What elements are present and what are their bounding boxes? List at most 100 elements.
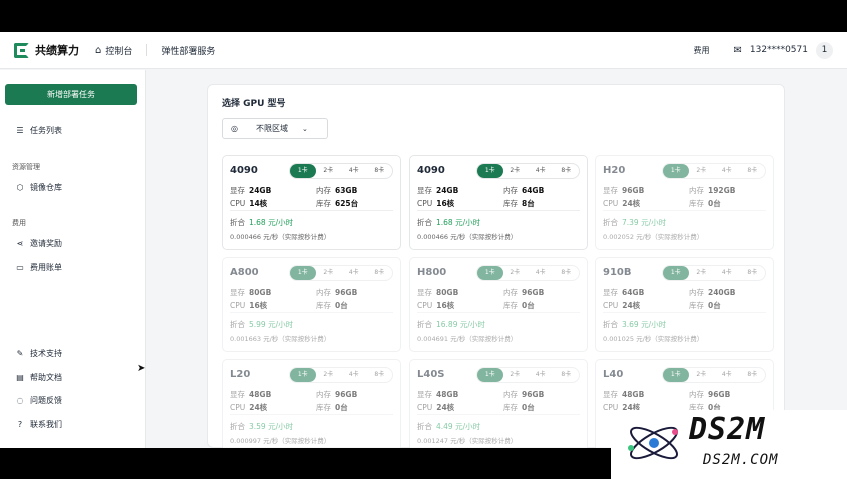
region-select[interactable]: ◎ 不限区域 ⌄ xyxy=(222,118,328,139)
hourly-price: 3.59 元/小时 xyxy=(249,422,294,431)
gpu-count-tab[interactable]: 2卡 xyxy=(689,164,715,178)
gpu-card[interactable]: L40S 1卡 2卡 4卡 8卡 显存 48GB 内存 96GB CPU 24核 库存 0台 … xyxy=(409,359,588,448)
gpu-count-tab[interactable]: 8卡 xyxy=(554,368,580,382)
mem-row: 内存 96GB xyxy=(316,287,357,298)
mem-value: 192GB xyxy=(708,186,736,195)
sidebar-item-tasks[interactable]: ☰ 任务列表 xyxy=(15,125,62,136)
page-title: 选择 GPU 型号 xyxy=(222,99,286,109)
stock-label: 库存 xyxy=(503,199,518,208)
stock-value: 8台 xyxy=(522,199,535,208)
gpu-count-tab[interactable]: 2卡 xyxy=(316,266,342,280)
gpu-count-tab[interactable]: 1卡 xyxy=(663,266,689,280)
gpu-count-tab[interactable]: 2卡 xyxy=(503,368,529,382)
gpu-count-tab[interactable]: 2卡 xyxy=(316,164,342,178)
gpu-count-tab[interactable]: 8卡 xyxy=(367,368,393,382)
gpu-count-tab[interactable]: 1卡 xyxy=(663,164,689,178)
gpu-count-tab[interactable]: 2卡 xyxy=(503,266,529,280)
gpu-count-tab[interactable]: 2卡 xyxy=(689,368,715,382)
gpu-card[interactable]: L20 1卡 2卡 4卡 8卡 显存 48GB 内存 96GB CPU 24核 库存 0台 折… xyxy=(222,359,401,448)
gpu-count-tab[interactable]: 8卡 xyxy=(740,266,766,280)
gpu-card[interactable]: H20 1卡 2卡 4卡 8卡 显存 96GB 内存 192GB CPU 24核 库存 0台 … xyxy=(595,155,774,250)
sidebar-item-docs[interactable]: ▤ 帮助文档 xyxy=(15,372,62,383)
gpu-count-tab[interactable]: 1卡 xyxy=(663,368,689,382)
stock-value: 0台 xyxy=(335,301,348,310)
gpu-count-tab[interactable]: 4卡 xyxy=(528,266,554,280)
cpu-value: 16核 xyxy=(436,301,455,310)
new-task-button[interactable]: 新增部署任务 xyxy=(5,84,137,105)
mail-icon[interactable]: ✉ xyxy=(734,45,742,56)
gpu-count-tab[interactable]: 4卡 xyxy=(714,164,740,178)
mem-row: 内存 63GB xyxy=(316,185,357,196)
gpu-count-selector: 1卡 2卡 4卡 8卡 xyxy=(476,163,580,179)
hourly-price: 5.99 元/小时 xyxy=(249,320,294,329)
hourly-price: 4.49 元/小时 xyxy=(436,422,481,431)
top-bar: 共绩算力 ⌂ 控制台 弹性部署服务 费用 ✉ 132****0571 1 xyxy=(0,32,847,69)
gpu-count-tab[interactable]: 2卡 xyxy=(503,164,529,178)
sidebar-group-fees: 费用 xyxy=(12,219,26,227)
card-divider xyxy=(603,210,766,211)
brand-logo[interactable]: 共绩算力 xyxy=(14,42,79,58)
mem-row: 内存 192GB xyxy=(689,185,736,196)
gpu-count-tab[interactable]: 1卡 xyxy=(290,266,316,280)
gpu-count-tab[interactable]: 1卡 xyxy=(477,266,503,280)
gpu-count-tab[interactable]: 1卡 xyxy=(477,164,503,178)
vram-value: 80GB xyxy=(436,288,459,297)
gpu-count-tab[interactable]: 2卡 xyxy=(689,266,715,280)
stock-row: 库存 0台 xyxy=(503,300,535,311)
gpu-count-tab[interactable]: 4卡 xyxy=(341,266,367,280)
gpu-count-selector: 1卡 2卡 4卡 8卡 xyxy=(476,367,580,383)
gpu-count-tab[interactable]: 8卡 xyxy=(740,368,766,382)
cpu-row: CPU 14核 xyxy=(230,198,267,209)
gpu-count-tab[interactable]: 1卡 xyxy=(290,164,316,178)
gpu-count-tab[interactable]: 8卡 xyxy=(367,266,393,280)
gpu-count-tab[interactable]: 8卡 xyxy=(367,164,393,178)
sidebar-item-contact[interactable]: ? 联系我们 xyxy=(15,419,62,430)
atom-logo-icon xyxy=(628,426,678,460)
gpu-count-tab[interactable]: 2卡 xyxy=(316,368,342,382)
price-row: 折合 3.69 元/小时 xyxy=(603,319,666,330)
gpu-card[interactable]: 910B 1卡 2卡 4卡 8卡 显存 64GB 内存 240GB CPU 24核 库存 0台… xyxy=(595,257,774,352)
vram-value: 80GB xyxy=(249,288,272,297)
gpu-count-tab[interactable]: 4卡 xyxy=(528,368,554,382)
gpu-count-tab[interactable]: 8卡 xyxy=(554,266,580,280)
hourly-price: 1.68 元/小时 xyxy=(249,218,294,227)
sidebar-item-billing[interactable]: ▭ 费用账单 xyxy=(15,262,62,273)
stock-row: 库存 0台 xyxy=(316,402,348,413)
gpu-count-tab[interactable]: 4卡 xyxy=(341,368,367,382)
gpu-card[interactable]: H800 1卡 2卡 4卡 8卡 显存 80GB 内存 96GB CPU 16核 库存 0台 … xyxy=(409,257,588,352)
sidebar-item-feedback[interactable]: ◌ 问题反馈 xyxy=(15,395,63,406)
user-phone[interactable]: 132****0571 xyxy=(750,45,808,55)
document-icon: ▤ xyxy=(16,373,24,382)
vram-row: 显存 64GB xyxy=(603,287,644,298)
nav-console[interactable]: ⌂ 控制台 xyxy=(95,44,132,57)
vram-value: 96GB xyxy=(622,186,645,195)
avatar[interactable]: 1 xyxy=(816,41,833,59)
gpu-count-tab[interactable]: 4卡 xyxy=(714,266,740,280)
price-row: 折合 1.68 元/小时 xyxy=(230,217,293,228)
gpu-count-selector: 1卡 2卡 4卡 8卡 xyxy=(662,265,766,281)
nav-elastic-deploy[interactable]: 弹性部署服务 xyxy=(161,44,215,57)
gpu-card[interactable]: A800 1卡 2卡 4卡 8卡 显存 80GB 内存 96GB CPU 16核 库存 0台 … xyxy=(222,257,401,352)
stock-row: 库存 0台 xyxy=(689,300,721,311)
gpu-card[interactable]: 4090 1卡 2卡 4卡 8卡 显存 24GB 内存 63GB CPU 14核 库存 625… xyxy=(222,155,401,250)
gpu-card[interactable]: 4090 1卡 2卡 4卡 8卡 显存 24GB 内存 64GB CPU 16核 库存 8台 … xyxy=(409,155,588,250)
fees-link[interactable]: 费用 xyxy=(694,45,710,56)
gpu-count-tab[interactable]: 4卡 xyxy=(714,368,740,382)
gpu-count-tab[interactable]: 4卡 xyxy=(528,164,554,178)
price-label: 折合 xyxy=(417,422,432,431)
gpu-count-tab[interactable]: 8卡 xyxy=(740,164,766,178)
cpu-row: CPU 16核 xyxy=(417,198,454,209)
gpu-count-tab[interactable]: 1卡 xyxy=(290,368,316,382)
sidebar-item-images[interactable]: ⬡ 镜像仓库 xyxy=(15,182,63,193)
gpu-count-tab[interactable]: 1卡 xyxy=(477,368,503,382)
sidebar-item-invite[interactable]: ⋖ 邀请奖励 xyxy=(15,238,62,249)
gpu-count-tab[interactable]: 8卡 xyxy=(554,164,580,178)
sidebar-item-support[interactable]: ✎ 技术支持 xyxy=(15,348,62,359)
gpu-model: H20 xyxy=(603,165,626,176)
mem-label: 内存 xyxy=(689,390,704,399)
gpu-count-tab[interactable]: 4卡 xyxy=(341,164,367,178)
per-second-price: 0.001025 元/秒（实际按秒计费） xyxy=(603,335,704,343)
vram-row: 显存 80GB xyxy=(230,287,271,298)
price-label: 折合 xyxy=(230,320,245,329)
sidebar: 新增部署任务 ☰ 任务列表 资源管理 ⬡ 镜像仓库 费用 ⋖ 邀请奖励 ▭ 费用… xyxy=(0,70,146,448)
